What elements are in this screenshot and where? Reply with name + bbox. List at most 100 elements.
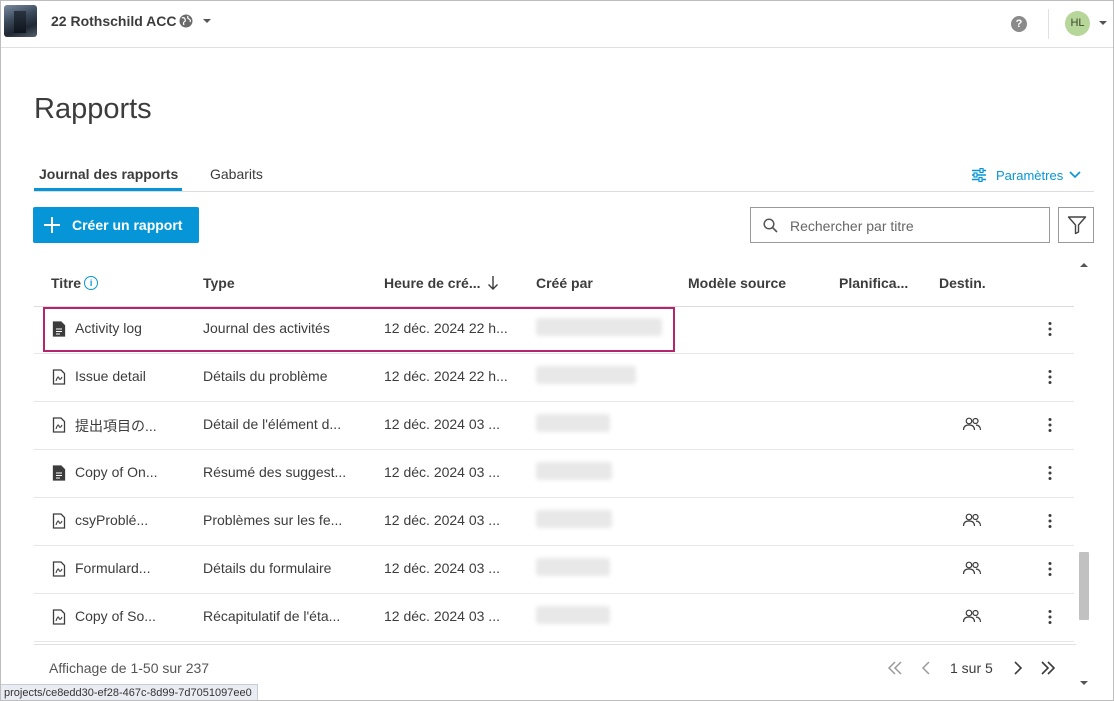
row-created-time: 12 déc. 2024 03 ... (384, 464, 500, 480)
table-row[interactable]: 提出項目の... Détail de l'élément d... 12 déc. … (34, 402, 1074, 450)
tab-gabarits[interactable]: Gabarits (210, 166, 263, 182)
filter-icon (1067, 216, 1087, 235)
row-title[interactable]: 提出項目の... (75, 416, 157, 436)
more-options-icon[interactable] (1047, 513, 1053, 529)
filter-button[interactable] (1058, 207, 1094, 243)
pdf-document-icon (52, 369, 66, 385)
info-icon[interactable]: i (84, 276, 99, 290)
document-icon (52, 321, 66, 337)
reports-table: Titre i Type Heure de cré... Créé par Mod… (34, 259, 1076, 644)
row-type: Résumé des suggest... (203, 464, 347, 480)
previous-page-icon[interactable] (915, 657, 937, 679)
pagination-summary: Affichage de 1-50 sur 237 (49, 660, 210, 676)
column-header-source[interactable]: Modèle source (688, 275, 786, 291)
table-row[interactable]: csyProblé... Problèmes sur les fe... 12 dé… (34, 498, 1074, 546)
pdf-document-icon (52, 561, 66, 577)
footer-divider (34, 644, 1076, 645)
people-icon (962, 609, 982, 623)
scroll-up-icon[interactable] (1079, 261, 1089, 269)
user-avatar[interactable]: HL (1065, 11, 1090, 36)
table-row[interactable]: Issue detail Détails du problème 12 déc. 2… (34, 354, 1074, 402)
table-row[interactable]: Formulard... Détails du formulaire 12 déc.… (34, 546, 1074, 594)
scroll-down-icon[interactable] (1079, 679, 1089, 687)
row-title[interactable]: Activity log (75, 320, 142, 336)
more-options-icon[interactable] (1047, 609, 1053, 625)
last-page-icon[interactable] (1037, 657, 1059, 679)
table-row[interactable]: Activity log Journal des activités 12 déc.… (34, 306, 1074, 354)
page-title: Rapports (34, 93, 152, 125)
search-icon (763, 218, 778, 233)
help-icon[interactable]: ? (1011, 16, 1027, 32)
top-bar: 22 Rothschild ACC ? HL (1, 1, 1113, 48)
column-header-type[interactable]: Type (203, 275, 235, 291)
project-name[interactable]: 22 Rothschild ACC (51, 13, 177, 29)
status-bar-url: projects/ce8edd30-ef28-467c-8d99-7d70510… (1, 684, 258, 700)
row-type: Détail de l'élément d... (203, 416, 342, 432)
sliders-icon (972, 168, 986, 182)
more-options-icon[interactable] (1047, 321, 1053, 337)
row-created-time: 12 déc. 2024 03 ... (384, 416, 500, 432)
row-created-by: Sasha Lee (536, 510, 612, 528)
row-title[interactable]: Copy of On... (75, 464, 157, 480)
first-page-icon[interactable] (884, 657, 906, 679)
create-report-button[interactable]: Créer un rapport (33, 207, 199, 243)
row-created-time: 12 déc. 2024 03 ... (384, 560, 500, 576)
vertical-scrollbar[interactable] (1077, 259, 1091, 691)
globe-icon (179, 14, 193, 28)
project-thumbnail[interactable] (4, 5, 37, 37)
column-header-schedule[interactable]: Planifica... (839, 275, 908, 291)
next-page-icon[interactable] (1007, 657, 1029, 679)
column-header-destination[interactable]: Destin. (939, 275, 986, 291)
project-dropdown-icon[interactable] (202, 16, 212, 26)
table-row[interactable]: Copy of So... Récapitulatif de l'éta... 12… (34, 594, 1074, 642)
column-title-label: Titre (51, 275, 82, 291)
pdf-document-icon (52, 609, 66, 625)
table-header: Titre i Type Heure de cré... Créé par Mod… (34, 259, 1074, 307)
row-created-time: 12 déc. 2024 22 h... (384, 320, 508, 336)
row-created-time: 12 déc. 2024 22 h... (384, 368, 508, 384)
scroll-thumb[interactable] (1079, 552, 1089, 620)
row-created-by: Tetsuo S. (536, 606, 610, 624)
row-title[interactable]: csyProblé... (75, 512, 148, 528)
people-icon (962, 561, 982, 575)
pdf-document-icon (52, 417, 66, 433)
pdf-document-icon (52, 513, 66, 529)
app-window: 22 Rothschild ACC ? HL Rapports Journal … (0, 0, 1114, 701)
row-type: Détails du problème (203, 368, 328, 384)
people-icon (962, 513, 982, 527)
row-created-by: S.K. Wong (536, 462, 612, 480)
more-options-icon[interactable] (1047, 417, 1053, 433)
chevron-down-icon (1069, 171, 1081, 179)
row-title[interactable]: Copy of So... (75, 608, 156, 624)
column-header-time[interactable]: Heure de cré... (384, 275, 481, 291)
row-type: Récapitulatif de l'éta... (203, 608, 341, 624)
user-menu-caret-icon[interactable] (1098, 18, 1108, 28)
more-options-icon[interactable] (1047, 561, 1053, 577)
column-header-title[interactable]: Titre i (51, 275, 99, 291)
row-created-by: Tetsuo S. (536, 558, 610, 576)
search-input[interactable] (788, 214, 1042, 238)
table-row[interactable]: Copy of On... Résumé des suggest... 12 déc… (34, 450, 1074, 498)
row-type: Journal des activités (203, 320, 330, 336)
row-created-time: 12 déc. 2024 03 ... (384, 608, 500, 624)
row-created-by: Nicolas Levi Tebbets (536, 318, 662, 336)
tab-journal-des-rapports[interactable]: Journal des rapports (33, 166, 183, 191)
row-type: Problèmes sur les fe... (203, 512, 343, 528)
search-box[interactable] (750, 207, 1050, 243)
row-created-by: Tetsuo S. (536, 414, 610, 432)
sort-descending-icon[interactable] (487, 275, 499, 291)
more-options-icon[interactable] (1047, 369, 1053, 385)
settings-label: Paramètres (996, 168, 1064, 183)
row-title[interactable]: Formulard... (75, 560, 150, 576)
row-title[interactable]: Issue detail (75, 368, 146, 384)
column-header-created-by[interactable]: Créé par (536, 275, 593, 291)
topbar-divider (1048, 9, 1049, 39)
people-icon (962, 417, 982, 431)
row-created-time: 12 déc. 2024 03 ... (384, 512, 500, 528)
tab-bar: Journal des rapports Gabarits (33, 161, 1094, 192)
more-options-icon[interactable] (1047, 465, 1053, 481)
row-created-by: Fergus Vel Lee (536, 366, 636, 384)
create-report-label: Créer un rapport (72, 217, 183, 233)
plus-icon (44, 217, 60, 233)
page-indicator: 1 sur 5 (950, 660, 993, 676)
